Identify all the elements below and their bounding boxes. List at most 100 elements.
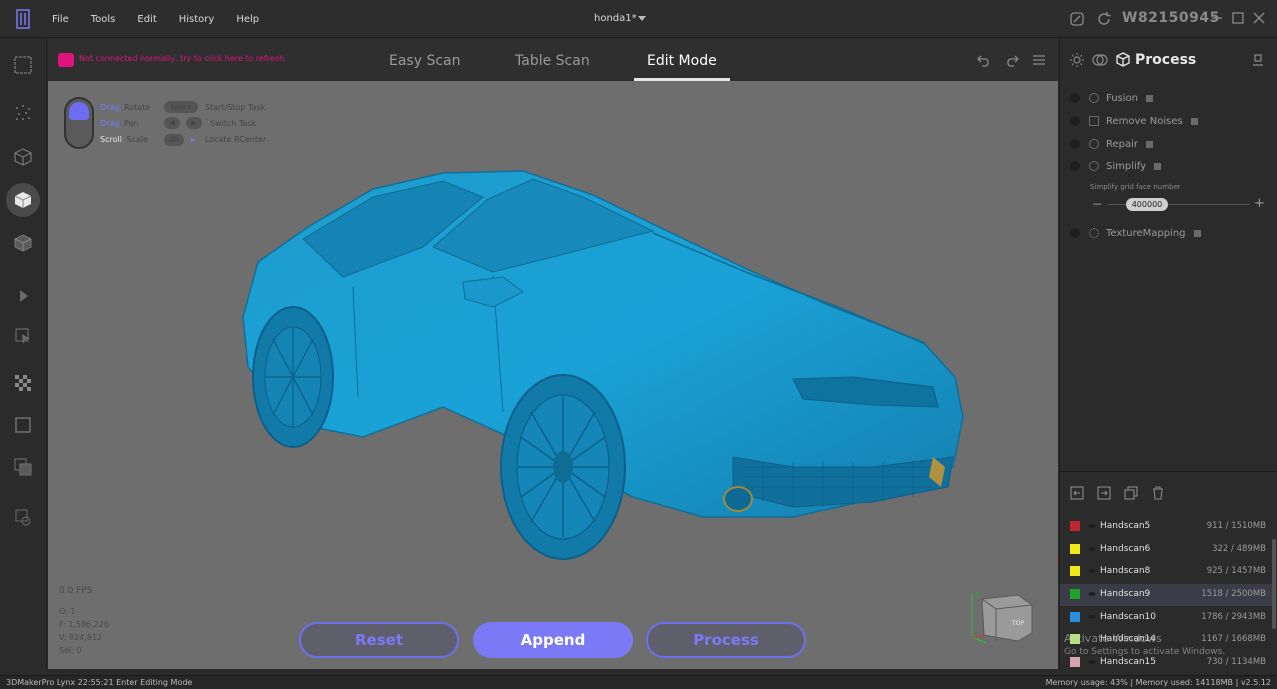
capture-tool[interactable] [9, 503, 37, 531]
scan-list-scrollbar[interactable] [1272, 539, 1276, 629]
sun-icon[interactable] [1070, 53, 1084, 67]
tab-edit-mode[interactable]: Edit Mode [647, 53, 717, 69]
activate-windows-subtitle: Go to Settings to activate Windows. [1064, 647, 1226, 657]
point-cloud-tool[interactable] [9, 99, 37, 127]
plus-icon[interactable]: + [1254, 196, 1265, 211]
process-item-repair[interactable]: Repair [1070, 136, 1154, 152]
square-tool[interactable] [9, 411, 37, 439]
copy-icon[interactable] [1124, 486, 1138, 500]
eye-icon[interactable] [1087, 545, 1097, 553]
process-item-label: Fusion [1106, 92, 1138, 104]
info-flag-icon[interactable] [1190, 117, 1198, 125]
checkbox-icon[interactable] [1070, 161, 1080, 171]
append-button[interactable]: Append [473, 622, 633, 658]
feedback-icon[interactable] [1069, 11, 1085, 27]
checker-tool[interactable] [9, 369, 37, 397]
eye-icon[interactable] [1087, 522, 1097, 530]
color-swatch[interactable] [1070, 612, 1080, 622]
process-item-label: Repair [1106, 138, 1139, 150]
cursor-hint-icon: ▸ [191, 135, 196, 144]
checkbox-icon[interactable] [1070, 139, 1080, 149]
right-panel: Process Fusion Remove Noises Repair Simp… [1059, 39, 1277, 669]
lasso-select-tool[interactable] [9, 322, 37, 350]
reset-button[interactable]: Reset [299, 622, 459, 658]
select-box-tool[interactable] [9, 51, 37, 79]
menu-icon[interactable] [1031, 53, 1047, 67]
3d-viewport[interactable]: Not connected normally, try to click her… [48, 39, 1058, 669]
export-icon[interactable] [1097, 486, 1111, 500]
eye-icon[interactable] [1087, 567, 1097, 575]
color-swatch[interactable] [1070, 657, 1080, 667]
mode-tab-bar: Not connected normally, try to click her… [48, 39, 1058, 81]
checkbox-icon[interactable] [1070, 228, 1080, 238]
process-panel-title: Process [1135, 52, 1197, 68]
wireframe-cube-tool[interactable] [9, 143, 37, 171]
maximize-icon[interactable] [1231, 11, 1245, 25]
process-button[interactable]: Process [646, 622, 806, 658]
eye-icon[interactable] [1087, 590, 1097, 598]
document-dropdown-icon[interactable] [638, 16, 646, 21]
scan-size: 925 / 1457MB [1206, 566, 1266, 576]
hint-rotate: Drag Rotate [100, 103, 151, 112]
minimize-icon[interactable] [1210, 11, 1224, 25]
info-flag-icon[interactable] [1154, 162, 1162, 170]
color-swatch[interactable] [1070, 589, 1080, 599]
space-key-hint: Space [164, 101, 198, 113]
eye-icon[interactable] [1087, 613, 1097, 621]
trash-icon[interactable] [1151, 486, 1165, 500]
color-swatch[interactable] [1070, 521, 1080, 531]
hint-start-stop: Start/Stop Task [205, 103, 266, 112]
process-item-fusion[interactable]: Fusion [1070, 90, 1153, 106]
menu-edit[interactable]: Edit [137, 14, 156, 25]
process-item-texture-mapping[interactable]: TextureMapping [1070, 225, 1201, 241]
tab-easy-scan[interactable]: Easy Scan [389, 53, 461, 69]
close-icon[interactable] [1252, 11, 1266, 25]
eye-icon[interactable] [1087, 658, 1097, 666]
color-swatch[interactable] [1070, 544, 1080, 554]
process-item-remove-noises[interactable]: Remove Noises [1070, 113, 1198, 129]
navigation-cube[interactable]: y TOP [966, 589, 1038, 649]
menu-file[interactable]: File [52, 14, 69, 25]
disconnected-warning-icon[interactable] [58, 53, 74, 67]
app-window: File Tools Edit History Help honda1* W82… [0, 0, 1277, 689]
undo-icon[interactable] [976, 53, 992, 67]
car-3d-model[interactable] [233, 167, 973, 567]
user-id[interactable]: W82150945 [1122, 10, 1220, 26]
tab-table-scan[interactable]: Table Scan [515, 53, 590, 69]
process-item-label: TextureMapping [1106, 227, 1186, 239]
active-tab-indicator [634, 78, 730, 81]
scan-name: Handscan6 [1100, 544, 1151, 554]
document-title[interactable]: honda1* [594, 13, 637, 24]
list-item[interactable]: Handscan6 322 / 489MB [1060, 539, 1272, 561]
pointer-tool[interactable] [9, 282, 37, 310]
list-item[interactable]: Handscan10 1786 / 2943MB [1060, 607, 1272, 629]
stat-vertices: V: 824,812 [59, 633, 103, 642]
info-flag-icon[interactable] [1146, 140, 1154, 148]
list-item[interactable]: Handscan5 911 / 1510MB [1060, 516, 1272, 538]
list-item[interactable]: Handscan9 1518 / 2500MB [1060, 584, 1272, 606]
textured-cube-tool[interactable] [9, 229, 37, 257]
checkbox-icon[interactable] [1070, 116, 1080, 126]
connection-warning[interactable]: Not connected normally, try to click her… [79, 54, 287, 63]
cursor-icon [20, 290, 28, 302]
minus-icon[interactable]: − [1092, 197, 1102, 211]
camera-icon [15, 509, 31, 526]
process-item-label: Remove Noises [1106, 115, 1183, 127]
import-icon[interactable] [1070, 486, 1084, 500]
info-flag-icon[interactable] [1193, 229, 1201, 237]
simplify-slider-value[interactable]: 400000 [1126, 198, 1168, 211]
process-item-simplify[interactable]: Simplify [1070, 158, 1162, 174]
menu-help[interactable]: Help [236, 14, 259, 25]
redo-icon[interactable] [1004, 53, 1020, 67]
color-swatch[interactable] [1070, 566, 1080, 576]
info-flag-icon[interactable] [1146, 94, 1153, 102]
panel-settings-icon[interactable] [1251, 53, 1265, 67]
solid-cube-tool[interactable] [6, 183, 40, 217]
refresh-icon[interactable] [1096, 11, 1112, 27]
menu-tools[interactable]: Tools [91, 14, 116, 25]
radio-icon[interactable] [1070, 93, 1080, 103]
layers-icon[interactable] [1092, 53, 1108, 67]
menu-history[interactable]: History [179, 14, 215, 25]
duplicate-tool[interactable] [9, 453, 37, 481]
list-item[interactable]: Handscan8 925 / 1457MB [1060, 561, 1272, 583]
